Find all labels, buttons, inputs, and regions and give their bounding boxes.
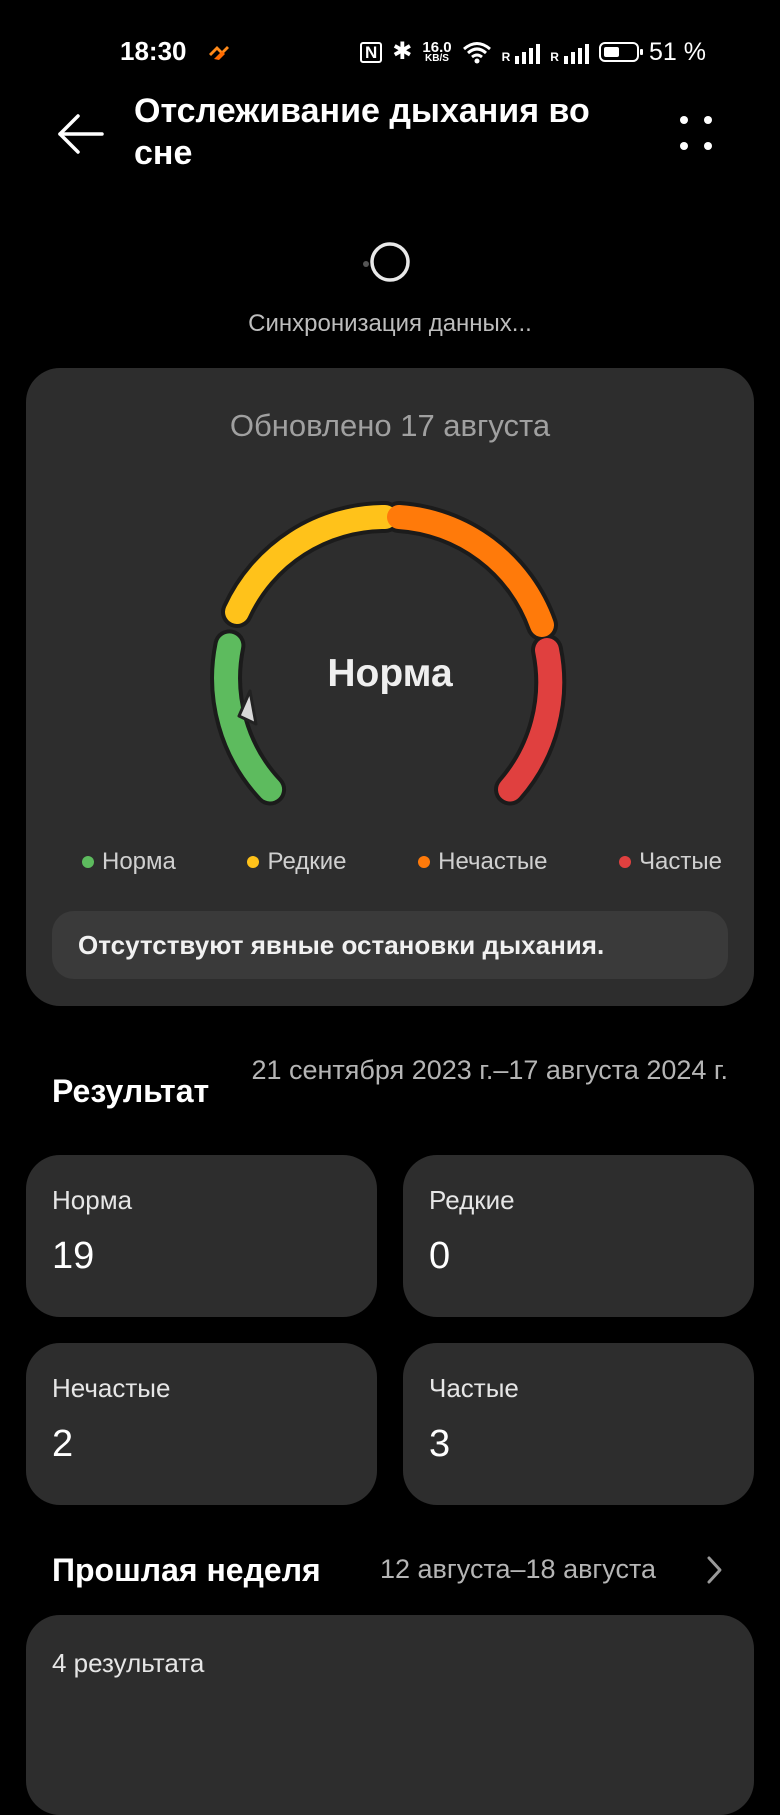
page-title: Отслеживание дыхания во сне bbox=[134, 92, 590, 172]
last-week-range-link[interactable]: 12 августа–18 августа bbox=[380, 1554, 656, 1585]
network-speed-unit: KB/S bbox=[425, 53, 449, 65]
legend-dot bbox=[247, 856, 260, 868]
sync-status-text: Синхронизация данных... bbox=[248, 310, 532, 337]
result-section-title: Результат bbox=[52, 1073, 210, 1109]
more-options-button[interactable] bbox=[672, 110, 720, 158]
wifi-icon bbox=[462, 42, 491, 64]
status-note-text: Отсутствуют явные остановки дыхания. bbox=[78, 930, 605, 960]
roaming-label: R bbox=[550, 50, 559, 64]
back-button[interactable] bbox=[52, 106, 108, 162]
signal-2-icon: R bbox=[550, 40, 589, 64]
last-week-result-count: 4 результата bbox=[52, 1648, 205, 1678]
signal-1-icon: R bbox=[502, 40, 541, 64]
network-speed: 16.0 KB/S bbox=[422, 38, 452, 65]
last-week-card[interactable] bbox=[26, 1615, 754, 1815]
roaming-label: R bbox=[501, 50, 511, 64]
legend-label: Нечастые bbox=[438, 848, 548, 875]
sync-spinner-icon bbox=[363, 242, 410, 282]
stat-card-rare: Редкие 0 bbox=[403, 1155, 754, 1317]
last-week-title: Прошлая неделя bbox=[52, 1552, 321, 1588]
stat-value: 2 bbox=[52, 1423, 74, 1465]
chevron-right-icon[interactable] bbox=[704, 1554, 724, 1586]
network-speed-value: 16.0 bbox=[422, 38, 452, 56]
legend-item-normal: Норма bbox=[82, 848, 176, 876]
legend-dot bbox=[418, 856, 431, 868]
status-time: 18:30 bbox=[120, 36, 187, 66]
arrow-left-icon bbox=[58, 114, 104, 154]
battery-icon bbox=[598, 42, 643, 62]
gauge-legend: Норма Редкие Нечастые Частые bbox=[82, 848, 722, 876]
stat-value: 3 bbox=[429, 1423, 451, 1465]
legend-item-rare: Редкие bbox=[247, 848, 347, 876]
legend-label: Редкие bbox=[267, 848, 347, 875]
stat-card-infrequent: Нечастые 2 bbox=[26, 1343, 377, 1505]
legend-dot bbox=[82, 856, 94, 868]
stat-label: Частые bbox=[429, 1373, 519, 1403]
legend-dot bbox=[619, 856, 632, 868]
nfc-icon: N bbox=[360, 41, 383, 63]
status-icons: N ✱ 16.0 KB/S R R 51 % bbox=[360, 36, 706, 68]
stat-label: Редкие bbox=[429, 1185, 515, 1215]
stat-value: 0 bbox=[429, 1235, 451, 1277]
app-notification-icon bbox=[209, 46, 229, 60]
result-date-range: 21 сентября 2023 г.–17 августа 2024 г. bbox=[251, 1055, 728, 1085]
stat-card-frequent: Частые 3 bbox=[403, 1343, 754, 1505]
more-dots-icon bbox=[680, 116, 712, 150]
stat-card-normal: Норма 19 bbox=[26, 1155, 377, 1317]
legend-item-infrequent: Нечастые bbox=[418, 848, 547, 876]
legend-label: Частые bbox=[639, 848, 722, 875]
stat-label: Нечастые bbox=[52, 1373, 171, 1403]
breathing-gauge bbox=[210, 501, 567, 806]
legend-label: Норма bbox=[102, 848, 176, 875]
battery-percent: 51 % bbox=[648, 37, 706, 66]
stat-label: Норма bbox=[52, 1185, 133, 1215]
updated-date: Обновлено 17 августа bbox=[229, 408, 551, 443]
legend-item-frequent: Частые bbox=[619, 848, 722, 876]
gauge-status-label: Норма bbox=[327, 652, 453, 695]
bluetooth-icon: ✱ bbox=[392, 38, 413, 65]
stat-value: 19 bbox=[52, 1235, 95, 1277]
